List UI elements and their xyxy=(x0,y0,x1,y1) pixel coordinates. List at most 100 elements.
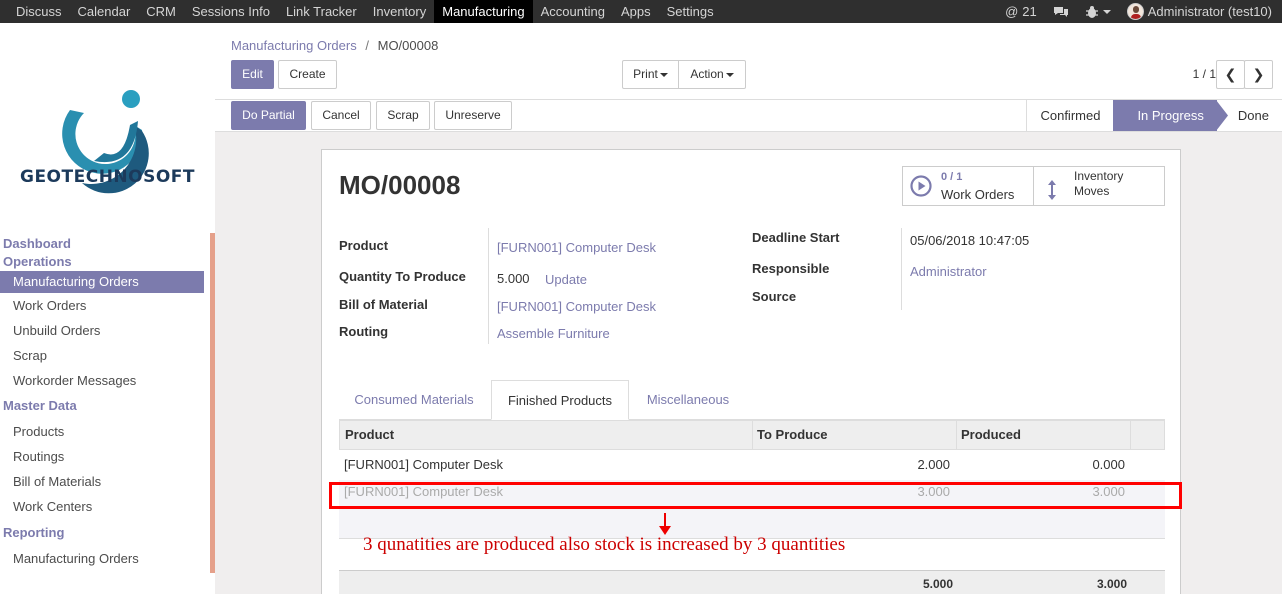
avatar xyxy=(1126,3,1144,20)
menu-link-tracker[interactable]: Link Tracker xyxy=(278,0,365,23)
menu-inventory[interactable]: Inventory xyxy=(365,0,434,23)
row-to-produce: 2.000 xyxy=(917,457,950,472)
responsible-label: Responsible xyxy=(752,261,830,276)
sidebar-item-work-orders[interactable]: Work Orders xyxy=(0,293,204,318)
sidebar-item-routings[interactable]: Routings xyxy=(0,444,204,469)
menu-accounting[interactable]: Accounting xyxy=(533,0,613,23)
sidebar-item-workorder-messages[interactable]: Workorder Messages xyxy=(0,368,204,393)
menu-discuss[interactable]: Discuss xyxy=(8,0,70,23)
sidebar-item-manufacturing-orders[interactable]: Manufacturing Orders xyxy=(0,271,204,293)
smart-buttons: 0 / 1 Work Orders Inventory Moves xyxy=(902,166,1165,206)
product-label: Product xyxy=(339,238,389,253)
tab-miscellaneous[interactable]: Miscellaneous xyxy=(633,380,743,420)
status-done[interactable]: Done xyxy=(1228,100,1282,131)
create-button[interactable]: Create xyxy=(278,60,337,89)
menu-settings[interactable]: Settings xyxy=(659,0,722,23)
annotation-text: 3 qunatities are produced also stock is … xyxy=(363,534,846,555)
total-to-produce: 5.000 xyxy=(922,577,953,591)
pager-previous-button[interactable]: ❮ xyxy=(1216,60,1245,89)
app-menu: Discuss Calendar CRM Sessions Info Link … xyxy=(8,0,722,23)
sidebar-item-products[interactable]: Products xyxy=(0,419,204,444)
top-navbar: Discuss Calendar CRM Sessions Info Link … xyxy=(0,0,1282,23)
field-divider xyxy=(488,228,489,344)
deadline-label: Deadline Start xyxy=(752,230,840,245)
work-orders-smart-button[interactable]: 0 / 1 Work Orders xyxy=(903,167,1033,205)
sidebar: GEOTECHNOSOFT Dashboard Operations Manuf… xyxy=(0,23,215,594)
do-partial-button[interactable]: Do Partial xyxy=(231,101,306,130)
statusbar-header: Do Partial Cancel Scrap Unreserve Confir… xyxy=(215,100,1282,132)
status-in-progress[interactable]: In Progress xyxy=(1113,100,1217,131)
responsible-field[interactable]: Administrator xyxy=(910,264,987,279)
print-dropdown[interactable]: Print xyxy=(622,60,679,89)
routing-field[interactable]: Assemble Furniture xyxy=(497,326,610,341)
status-confirmed[interactable]: Confirmed xyxy=(1026,100,1113,131)
breadcrumb-parent[interactable]: Manufacturing Orders xyxy=(231,38,357,53)
column-header-produced[interactable]: Produced xyxy=(956,421,1021,449)
product-field[interactable]: [FURN001] Computer Desk xyxy=(497,240,656,255)
chevron-down-icon xyxy=(1102,9,1111,14)
sidebar-item-unbuild-orders[interactable]: Unbuild Orders xyxy=(0,318,204,343)
user-menu[interactable]: Administrator (test10) xyxy=(1119,3,1282,20)
column-header-product[interactable]: Product xyxy=(340,421,394,449)
print-label: Print xyxy=(633,67,658,81)
messages-indicator[interactable]: @ 21 xyxy=(997,4,1045,19)
status-in-progress-label: In Progress xyxy=(1137,108,1204,123)
scrap-button[interactable]: Scrap xyxy=(376,101,430,130)
sidebar-header-operations[interactable]: Operations xyxy=(0,253,204,271)
total-produced: 3.000 xyxy=(1096,577,1127,591)
table-row[interactable]: [FURN001] Computer Desk 2.000 0.000 xyxy=(339,450,1165,480)
deadline-field: 05/06/2018 10:47:05 xyxy=(910,233,1030,248)
chevron-down-icon xyxy=(725,72,734,77)
tab-consumed-materials[interactable]: Consumed Materials xyxy=(339,380,489,420)
pager-value[interactable]: 1 / 1 xyxy=(1193,67,1216,81)
table-totals: 5.000 3.000 xyxy=(339,570,1165,594)
notebook-tabs: Consumed Materials Finished Products Mis… xyxy=(339,380,1165,420)
sidebar-header-reporting[interactable]: Reporting xyxy=(0,524,204,542)
debug-menu[interactable] xyxy=(1077,5,1119,19)
inventory-moves-label-2: Moves xyxy=(1074,184,1110,198)
chat-icon xyxy=(1053,6,1068,17)
breadcrumb-current: MO/00008 xyxy=(377,38,439,53)
unreserve-button[interactable]: Unreserve xyxy=(434,101,512,130)
form-sheet: MO/00008 0 / 1 Work Orders Inventory Mov… xyxy=(321,149,1181,594)
status-arrow-icon xyxy=(1215,100,1228,131)
menu-sessions-info[interactable]: Sessions Info xyxy=(184,0,278,23)
menu-manufacturing[interactable]: Manufacturing xyxy=(434,0,533,23)
sidebar-header-dashboard[interactable]: Dashboard xyxy=(0,235,204,253)
statusbar: Confirmed In Progress Done xyxy=(1026,100,1282,131)
column-header-to-produce[interactable]: To Produce xyxy=(752,421,828,449)
edit-button[interactable]: Edit xyxy=(231,60,274,89)
update-quantity-button[interactable]: Update xyxy=(545,272,587,287)
inventory-moves-smart-button[interactable]: Inventory Moves xyxy=(1033,167,1164,205)
source-label: Source xyxy=(752,289,797,304)
bom-field[interactable]: [FURN001] Computer Desk xyxy=(497,299,656,314)
pager-next-button[interactable]: ❯ xyxy=(1244,60,1273,89)
menu-calendar[interactable]: Calendar xyxy=(70,0,139,23)
quantity-label: Quantity To Produce xyxy=(339,269,466,284)
work-orders-count: 0 / 1 xyxy=(941,171,963,183)
inventory-moves-label-1: Inventory xyxy=(1074,169,1124,183)
action-dropdown[interactable]: Action xyxy=(678,60,746,89)
field-divider xyxy=(901,228,902,310)
sidebar-item-reporting-manufacturing-orders[interactable]: Manufacturing Orders xyxy=(0,546,204,571)
tab-finished-products[interactable]: Finished Products xyxy=(491,380,629,420)
bom-label: Bill of Material xyxy=(339,297,428,312)
chevron-right-icon: ❯ xyxy=(1252,66,1265,82)
arrows-vertical-icon xyxy=(1048,180,1056,200)
breadcrumb: Manufacturing Orders / MO/00008 xyxy=(231,38,439,53)
at-icon: @ xyxy=(1005,4,1019,19)
sidebar-item-work-centers[interactable]: Work Centers xyxy=(0,494,204,519)
menu-crm[interactable]: CRM xyxy=(138,0,184,23)
work-orders-label: Work Orders xyxy=(941,187,1015,202)
sidebar-item-scrap[interactable]: Scrap xyxy=(0,343,204,368)
cancel-button[interactable]: Cancel xyxy=(311,101,371,130)
user-name: Administrator (test10) xyxy=(1147,4,1272,19)
control-panel: Manufacturing Orders / MO/00008 Edit Cre… xyxy=(215,23,1282,100)
menu-apps[interactable]: Apps xyxy=(613,0,659,23)
company-logo xyxy=(62,90,149,194)
sidebar-item-bill-of-materials[interactable]: Bill of Materials xyxy=(0,469,204,494)
logo-text: GEOTECHNOSOFT xyxy=(19,167,195,187)
table-header: Product To Produce Produced xyxy=(339,420,1165,450)
sidebar-header-master-data[interactable]: Master Data xyxy=(0,397,204,415)
chat-button[interactable] xyxy=(1045,5,1077,19)
